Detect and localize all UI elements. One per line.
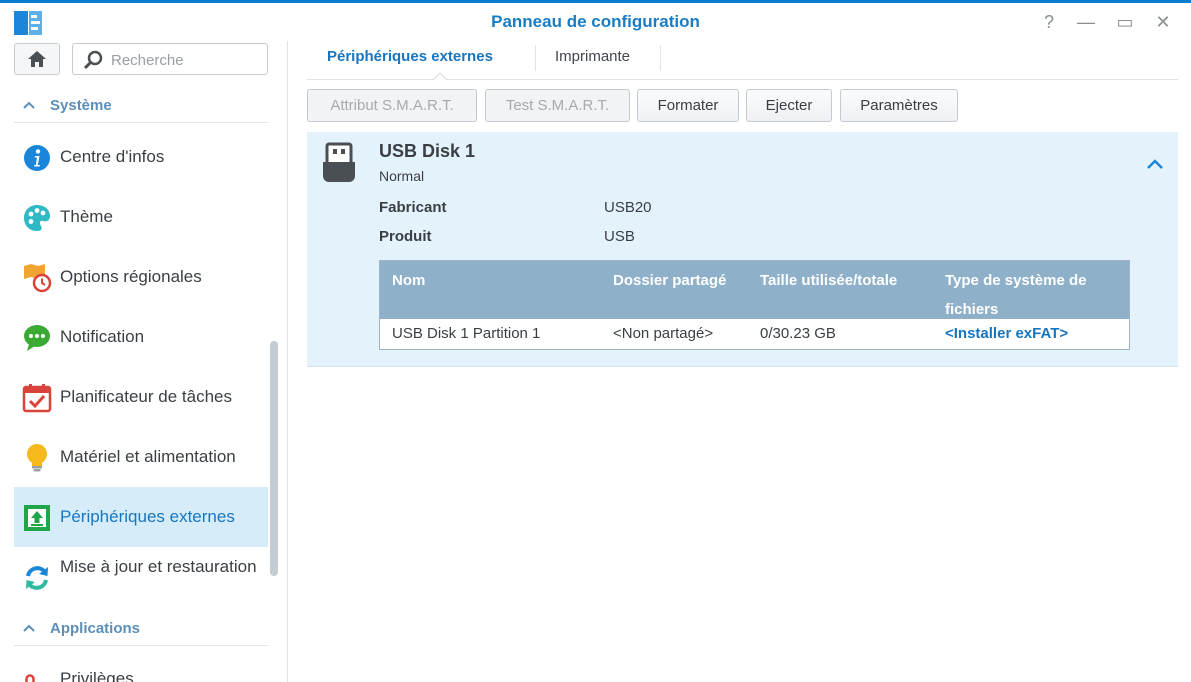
tab-separator [660, 45, 661, 71]
smart-test-button[interactable]: Test S.M.A.R.T. [485, 89, 630, 122]
product-label: Produit [379, 228, 432, 245]
sidebar-item-label: Centre d'infos [60, 147, 165, 166]
chevron-up-icon [23, 101, 35, 109]
tab-bar: Périphériques externes Imprimante [307, 41, 1178, 81]
settings-button[interactable]: Paramètres [840, 89, 958, 122]
sidebar: Système Centre d'infos Thème Options rég… [0, 41, 287, 682]
sidebar-item-label: Privilèges [60, 669, 134, 682]
device-status: Normal [379, 168, 425, 184]
chevron-up-icon [23, 624, 35, 632]
sidebar-item-external-devices[interactable]: Périphériques externes [14, 487, 268, 547]
active-tab-indicator [432, 72, 448, 81]
chat-bubble-icon [24, 325, 50, 351]
product-value: USB [604, 228, 635, 245]
search-input[interactable] [109, 50, 263, 70]
section-applications-label: Applications [50, 620, 141, 637]
regional-clock-icon [24, 264, 52, 293]
cell-shared-folder: <Non partagé> [613, 325, 714, 342]
tab-external-devices[interactable]: Périphériques externes [307, 41, 513, 75]
sidebar-item-update-restore[interactable]: Mise à jour et restauration [14, 547, 268, 607]
sidebar-scrollbar[interactable] [270, 341, 278, 576]
privileges-icon [25, 674, 35, 682]
refresh-icon [26, 566, 48, 590]
eject-button[interactable]: Ejecter [746, 89, 832, 122]
section-system-label: Système [50, 97, 112, 114]
device-name: USB Disk 1 [379, 141, 476, 161]
palette-icon [24, 205, 50, 231]
usb-drive-icon [323, 142, 355, 182]
partition-table: Nom Dossier partagé Taille utilisée/tota… [379, 260, 1130, 350]
chevron-up-icon[interactable] [1145, 154, 1165, 174]
tab-printer[interactable]: Imprimante [535, 41, 650, 75]
sidebar-item-privileges[interactable]: Privilèges [14, 649, 268, 682]
minimize-icon[interactable]: — [1075, 11, 1097, 33]
table-header: Nom Dossier partagé Taille utilisée/tota… [380, 261, 1129, 319]
column-header-filesystem[interactable]: Type de système de fichiers [945, 266, 1125, 324]
manufacturer-value: USB20 [604, 199, 652, 216]
smart-attribute-button[interactable]: Attribut S.M.A.R.T. [307, 89, 477, 122]
home-button[interactable] [14, 43, 60, 75]
cell-partition-name: USB Disk 1 Partition 1 [392, 325, 541, 342]
close-icon[interactable]: ✕ [1152, 11, 1174, 33]
sidebar-item-label: Périphériques externes [60, 507, 235, 526]
cell-size: 0/30.23 GB [760, 325, 836, 342]
column-header-name[interactable]: Nom [392, 266, 425, 295]
sidebar-item-task-scheduler[interactable]: Planificateur de tâches [14, 367, 268, 427]
sidebar-item-label: Mise à jour et restauration [60, 557, 257, 576]
sidebar-item-info-center[interactable]: Centre d'infos [14, 127, 268, 187]
search-icon [83, 50, 103, 70]
help-icon[interactable]: ? [1038, 11, 1060, 33]
sidebar-item-label: Thème [60, 207, 113, 226]
maximize-icon[interactable]: ▭ [1114, 11, 1136, 33]
upload-device-icon [24, 505, 50, 531]
column-header-shared-folder[interactable]: Dossier partagé [613, 266, 726, 295]
section-applications-header[interactable]: Applications [14, 613, 268, 646]
sidebar-item-label: Options régionales [60, 267, 202, 286]
window-title: Panneau de configuration [491, 12, 700, 31]
manufacturer-label: Fabricant [379, 199, 447, 216]
info-icon [24, 145, 50, 171]
section-system-header[interactable]: Système [14, 90, 268, 123]
search-box[interactable] [72, 43, 268, 75]
main-content: Périphériques externes Imprimante Attrib… [288, 41, 1191, 682]
sidebar-item-label: Notification [60, 327, 145, 346]
home-icon [28, 51, 46, 67]
lightbulb-icon [27, 444, 47, 472]
column-header-size[interactable]: Taille utilisée/totale [760, 266, 897, 295]
sidebar-item-regional-options[interactable]: Options régionales [14, 247, 268, 307]
device-panel: USB Disk 1 Normal Fabricant USB20 Produi… [307, 132, 1178, 367]
sidebar-item-label: Matériel et alimentation [60, 447, 236, 466]
format-button[interactable]: Formater [637, 89, 739, 122]
title-bar: Panneau de configuration ? — ▭ ✕ [0, 3, 1191, 41]
sidebar-item-hardware-power[interactable]: Matériel et alimentation [14, 427, 268, 487]
install-exfat-link[interactable]: <Installer exFAT> [945, 325, 1068, 342]
sidebar-item-label: Planificateur de tâches [60, 387, 232, 406]
calendar-check-icon [22, 384, 52, 413]
sidebar-item-notification[interactable]: Notification [14, 307, 268, 367]
sidebar-item-theme[interactable]: Thème [14, 187, 268, 247]
